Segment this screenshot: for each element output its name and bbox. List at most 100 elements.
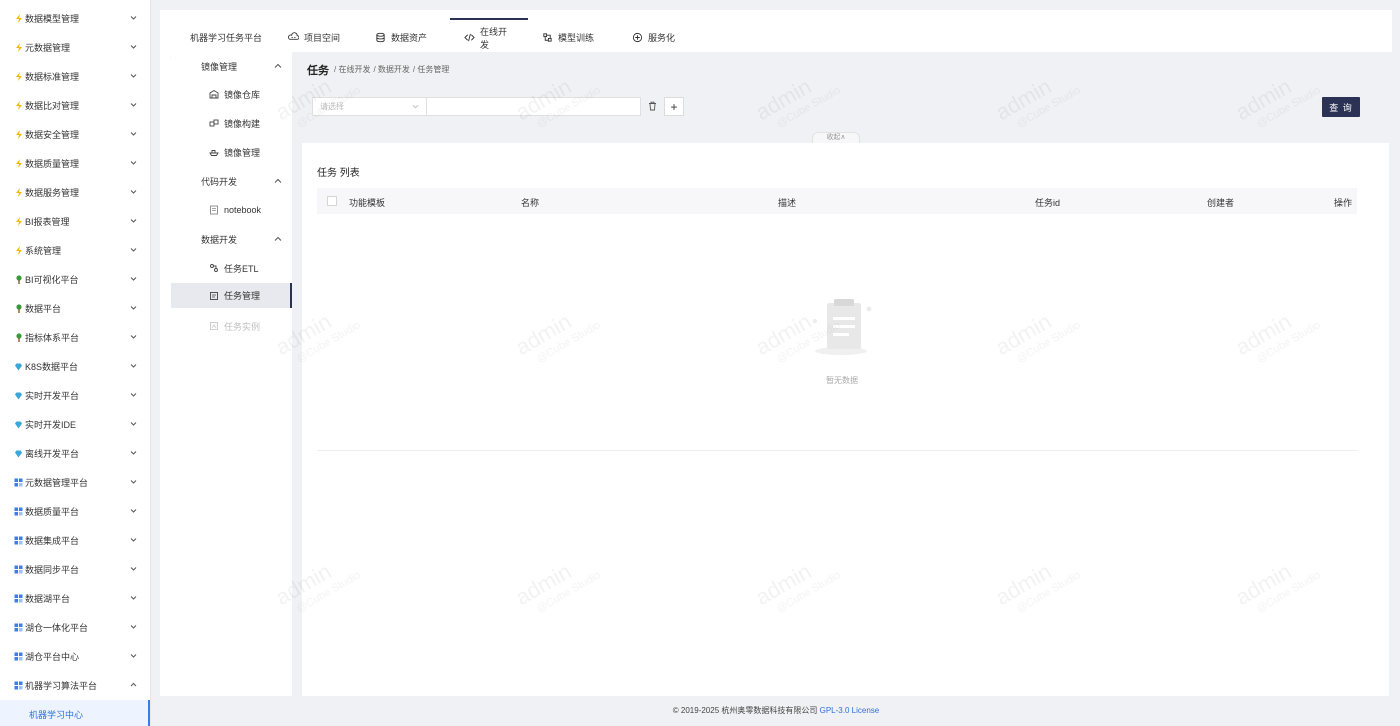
lightning-icon bbox=[14, 130, 23, 139]
subnav-item-label: 任务管理 bbox=[224, 291, 261, 301]
delete-filter-button[interactable] bbox=[645, 98, 659, 114]
sidebar-item[interactable]: 元数据管理平台 bbox=[0, 468, 150, 497]
diamond-icon bbox=[14, 362, 23, 371]
filter-value-input[interactable] bbox=[426, 97, 641, 116]
subnav-item-label: 镜像管理 bbox=[224, 147, 261, 158]
sidebar-item-label: BI可视化平台 bbox=[25, 275, 79, 285]
plus-icon: + bbox=[670, 99, 678, 114]
sidebar-item-label: 数据质量平台 bbox=[25, 507, 80, 517]
sidebar-item[interactable]: 湖仓平台中心 bbox=[0, 642, 150, 671]
ship-icon bbox=[209, 147, 219, 157]
table-bottom-divider bbox=[317, 450, 1357, 451]
subnav-item-image-repo[interactable]: 镜像仓库 bbox=[171, 80, 292, 108]
chevron-down-icon bbox=[130, 277, 137, 281]
lightning-icon bbox=[14, 217, 23, 226]
subnav-item-label: 任务实例 bbox=[224, 321, 261, 332]
subnav-item-task-instance[interactable]: 任务实例 bbox=[171, 312, 292, 340]
sidebar-item-label: 湖仓平台中心 bbox=[25, 652, 80, 662]
group-label: 代码开发 bbox=[201, 176, 238, 187]
column-header[interactable]: 描述 bbox=[778, 196, 796, 209]
sidebar-item[interactable]: 数据标准管理 bbox=[0, 62, 150, 91]
model-icon bbox=[542, 32, 553, 43]
lightning-icon bbox=[14, 246, 23, 255]
sidebar-item[interactable]: BI报表管理 bbox=[0, 207, 150, 236]
chevron-down-icon bbox=[130, 625, 137, 629]
subnav-item-image-mgmt[interactable]: 镜像管理 bbox=[171, 138, 292, 166]
sidebar-item-label: 数据集成平台 bbox=[25, 536, 80, 546]
sidebar-item[interactable]: 离线开发平台 bbox=[0, 439, 150, 468]
chevron-down-icon bbox=[130, 393, 137, 397]
group-label: 镜像管理 bbox=[201, 61, 238, 72]
sidebar-item[interactable]: 系统管理 bbox=[0, 236, 150, 265]
chevron-down-icon bbox=[130, 132, 137, 136]
chevron-down-icon bbox=[130, 45, 137, 49]
sidebar-item[interactable]: 数据平台 bbox=[0, 294, 150, 323]
sidebar-item-label: 离线开发平台 bbox=[25, 449, 80, 459]
column-header[interactable]: 任务id bbox=[1035, 196, 1060, 209]
chevron-down-icon bbox=[130, 103, 137, 107]
subnav-item-notebook[interactable]: notebook bbox=[171, 196, 292, 224]
group-data-dev[interactable]: 数据开发 bbox=[171, 225, 292, 253]
sidebar-item-label: 实时开发平台 bbox=[25, 391, 80, 401]
sidebar-item-label: K8S数据平台 bbox=[25, 362, 79, 372]
sidebar-item[interactable]: 实时开发IDE bbox=[0, 410, 150, 439]
subnav-item-task-etl[interactable]: 任务ETL bbox=[171, 254, 292, 282]
lightning-icon bbox=[14, 72, 23, 81]
chevron-down-icon bbox=[130, 219, 137, 223]
sidebar-item[interactable]: 数据同步平台 bbox=[0, 555, 150, 584]
breadcrumb: / 在线开发 / 数据开发 / 任务管理 bbox=[334, 64, 449, 75]
group-label: 数据开发 bbox=[201, 234, 238, 245]
query-button[interactable]: 查 询 bbox=[1322, 97, 1360, 117]
sidebar-item[interactable]: 实时开发平台 bbox=[0, 381, 150, 410]
sidebar-item[interactable]: 数据模型管理 bbox=[0, 4, 150, 33]
sidebar-item[interactable]: 机器学习算法平台 bbox=[0, 671, 150, 700]
lightning-icon bbox=[14, 14, 23, 23]
breadcrumb-item[interactable]: / 在线开发 bbox=[334, 64, 370, 75]
grid-icon bbox=[14, 536, 23, 545]
subnav-item-task-mgmt[interactable]: 任务管理 bbox=[171, 283, 292, 308]
column-header[interactable]: 名称 bbox=[521, 196, 539, 209]
copyright-text: © 2019-2025 杭州奥零数据科技有限公司 bbox=[672, 706, 818, 715]
sidebar-item-label: 机器学习算法平台 bbox=[25, 681, 98, 691]
filter-field-select[interactable]: 请选择 bbox=[312, 97, 427, 116]
group-code-dev[interactable]: 代码开发 bbox=[171, 167, 292, 195]
chevron-down-icon bbox=[130, 451, 137, 455]
chevron-down-icon bbox=[130, 509, 137, 513]
license-link[interactable]: GPL-3.0 License bbox=[820, 706, 880, 715]
sidebar-item[interactable]: 数据比对管理 bbox=[0, 91, 150, 120]
sidebar-item[interactable]: 数据湖平台 bbox=[0, 584, 150, 613]
sidebar-item[interactable]: 数据质量平台 bbox=[0, 497, 150, 526]
lightning-icon bbox=[14, 159, 23, 168]
sidebar-item[interactable]: BI可视化平台 bbox=[0, 265, 150, 294]
column-header[interactable]: 功能模板 bbox=[349, 196, 385, 209]
chevron-up-icon bbox=[274, 63, 282, 68]
sidebar-item[interactable]: 指标体系平台 bbox=[0, 323, 150, 352]
sidebar-subitem-ml-center[interactable]: 机器学习中心 bbox=[0, 700, 150, 726]
chevron-down-icon bbox=[130, 538, 137, 542]
diamond-icon bbox=[14, 391, 23, 400]
sidebar-item-label: 系统管理 bbox=[25, 246, 62, 256]
breadcrumb-item[interactable]: / 数据开发 bbox=[373, 64, 409, 75]
subnav-item-image-build[interactable]: 镜像构建 bbox=[171, 109, 292, 137]
sidebar-item[interactable]: 元数据管理 bbox=[0, 33, 150, 62]
sidebar-item[interactable]: 数据安全管理 bbox=[0, 120, 150, 149]
tab-label: 模型训练 bbox=[558, 33, 595, 43]
sidebar-item[interactable]: 数据集成平台 bbox=[0, 526, 150, 555]
sidebar-item[interactable]: 数据质量管理 bbox=[0, 149, 150, 178]
chevron-down-icon bbox=[130, 480, 137, 484]
sidebar-item[interactable]: K8S数据平台 bbox=[0, 352, 150, 381]
select-all-checkbox[interactable] bbox=[327, 196, 337, 206]
column-header[interactable]: 创建者 bbox=[1207, 196, 1234, 209]
chevron-down-icon bbox=[130, 248, 137, 252]
grid-icon bbox=[14, 478, 23, 487]
collapse-filter-toggle[interactable]: 收起∧ bbox=[812, 132, 860, 143]
secondary-sidebar: 镜像管理 镜像仓库 镜像构建 镜像管理 代码开发 notebook 数据开发 任… bbox=[171, 52, 292, 696]
sidebar-subitem-label: 机器学习中心 bbox=[29, 710, 84, 720]
group-image-management[interactable]: 镜像管理 bbox=[171, 52, 292, 80]
chevron-down-icon bbox=[130, 364, 137, 368]
sidebar-item[interactable]: 数据服务管理 bbox=[0, 178, 150, 207]
sidebar-item-label: 数据同步平台 bbox=[25, 565, 80, 575]
add-filter-button[interactable]: + bbox=[664, 97, 684, 116]
diamond-icon bbox=[14, 420, 23, 429]
sidebar-item[interactable]: 湖仓一体化平台 bbox=[0, 613, 150, 642]
